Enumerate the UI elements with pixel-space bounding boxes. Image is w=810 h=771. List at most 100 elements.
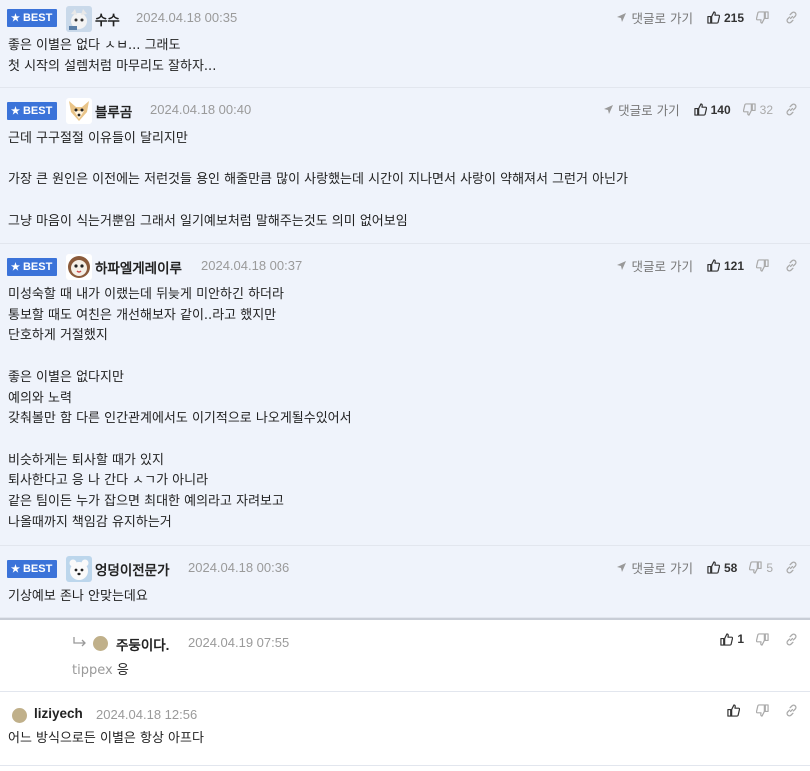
comment-best-3: ★ BEST 하파엘게레이루 2024.04.18 00:37 댓글로 가기 12… [0, 244, 810, 546]
link-icon [786, 103, 797, 116]
nickname[interactable]: 엉덩이전문가 [95, 559, 170, 579]
comment-date: 2024.04.18 00:37 [201, 258, 303, 273]
send-arrow-icon [617, 563, 627, 572]
go-to-reply-link[interactable]: 댓글로 가기 [616, 558, 693, 577]
like-count: 215 [723, 10, 744, 25]
comment-line [8, 430, 810, 451]
comment-header: ★ BEST 엉덩이전문가 2024.04.18 00:36 댓글로 가기 58 … [0, 546, 810, 584]
comment-line [8, 347, 810, 368]
comment-tools: 댓글로 가기 215 [616, 8, 798, 27]
dislike-count: 5 [766, 560, 773, 575]
comment-tools: 댓글로 가기 121 [616, 256, 798, 275]
like-button[interactable]: 140 [693, 102, 731, 117]
comment-body: 기상예보 존나 안맞는데요 [0, 587, 810, 608]
comment-body: 어느 방식으로든 이별은 항상 아프다 [0, 729, 810, 750]
best-badge: ★ BEST [7, 9, 58, 27]
dislike-button[interactable] [756, 632, 773, 646]
avatar[interactable] [66, 556, 92, 582]
like-count: 140 [710, 102, 731, 117]
like-button[interactable]: 215 [707, 11, 744, 25]
comment-reply: 주둥이다. 2024.04.19 07:55 1 tippex 응 [0, 618, 810, 692]
dislike-count: 32 [759, 102, 773, 117]
reply-target-mention[interactable]: tippex [72, 663, 113, 678]
comment-line: 비슷하게는 퇴사할 때가 있지 [8, 452, 164, 468]
comment-line: 미성숙할 때 내가 이랬는데 뒤늦게 미안하긴 하더라 [8, 287, 284, 302]
thumbs-down-icon [749, 561, 762, 574]
comment-line: 예의와 노력 [8, 390, 72, 406]
comment-line: 가장 큰 원인은 이전에는 저런것들 용인 해줄만큼 많이 사랑했는데 시간이 … [8, 172, 628, 188]
comment-line: 좋은 이별은 없다지만 [8, 369, 124, 385]
like-button[interactable]: 58 [707, 561, 737, 575]
comment-line: tippex 응 [72, 663, 129, 678]
comment-header: ★ BEST 블루곰 2024.04.18 00:40 댓글로 가기 140 32 [0, 88, 810, 126]
dislike-button[interactable] [756, 704, 773, 717]
dislike-button[interactable]: 5 [749, 561, 773, 575]
reply-body: tippex 응 [0, 661, 810, 682]
copy-link-button[interactable] [785, 704, 798, 717]
comment-line: 통보할 때도 여친은 개선해보자 같이..라고 했지만 [8, 307, 277, 323]
comment-best-1: ★ BEST 수수 2024.04.18 00:35 댓글로 가기 215 좋은… [0, 0, 810, 88]
avatar[interactable] [66, 98, 92, 124]
dislike-button[interactable] [756, 11, 773, 24]
link-icon [786, 259, 797, 272]
star-icon: ★ [11, 13, 20, 24]
avatar-cat-image [66, 6, 92, 32]
thumbs-up-icon [707, 11, 720, 24]
copy-link-button[interactable] [785, 11, 798, 24]
like-button[interactable] [727, 704, 744, 717]
best-badge: ★ BEST [7, 102, 58, 120]
go-to-reply-link[interactable]: 댓글로 가기 [603, 100, 680, 119]
send-arrow-icon [617, 13, 627, 22]
comment-tools: 1 [720, 632, 798, 646]
copy-link-button[interactable] [785, 103, 798, 116]
comment-header: ★ BEST 하파엘게레이루 2024.04.18 00:37 댓글로 가기 12… [0, 244, 810, 282]
comment-line [8, 191, 810, 212]
send-arrow-icon [604, 105, 614, 114]
go-to-reply-link[interactable]: 댓글로 가기 [616, 8, 693, 27]
dislike-button[interactable] [756, 259, 773, 272]
comment-date: 2024.04.19 07:55 [188, 635, 290, 650]
copy-link-button[interactable] [785, 259, 798, 272]
avatar[interactable] [66, 254, 92, 280]
nickname[interactable]: 하파엘게레이루 [95, 257, 182, 277]
comment-tools: 댓글로 가기 58 5 [616, 558, 798, 577]
comment-date: 2024.04.18 00:36 [188, 560, 290, 575]
copy-link-button[interactable] [785, 561, 798, 574]
reply-arrow-icon [73, 637, 86, 647]
best-badge: ★ BEST [7, 258, 58, 276]
thumbs-down-icon [756, 632, 769, 646]
copy-link-button[interactable] [785, 633, 798, 646]
thumbs-down-icon [756, 704, 769, 717]
thumbs-down-icon [742, 103, 756, 116]
comment-line: 그냥 마음이 식는거뿐임 그래서 일기예보처럼 말해주는것도 의미 없어보임 [8, 213, 408, 229]
thumbs-up-icon [707, 561, 720, 574]
comment-line: 단호하게 거절했지 [8, 328, 108, 344]
dislike-button[interactable]: 32 [742, 102, 773, 117]
like-button[interactable]: 1 [720, 632, 744, 646]
like-count: 1 [737, 632, 744, 646]
thumbs-up-icon [720, 632, 734, 646]
nickname[interactable]: 수수 [95, 9, 120, 29]
go-to-reply-link[interactable]: 댓글로 가기 [616, 256, 693, 275]
comment-line: 나올때까지 책임감 유지하는거 [8, 514, 172, 530]
thumbs-up-icon [707, 259, 720, 272]
like-button[interactable]: 121 [707, 259, 744, 273]
avatar[interactable] [93, 636, 108, 651]
comment-body: 좋은 이별은 없다 ㅅㅂ... 그래도 첫 시작의 설렘처럼 마무리도 잘하자.… [0, 36, 810, 77]
avatar[interactable] [66, 6, 92, 32]
nickname[interactable]: 주둥이다. [116, 634, 169, 654]
comment-line: 어느 방식으로든 이별은 항상 아프다 [8, 731, 204, 746]
comment-body: 근데 구구절절 이유들이 달리지만 가장 큰 원인은 이전에는 저런것들 용인 … [0, 129, 810, 232]
link-icon [786, 11, 797, 24]
comment-header: ★ BEST 수수 2024.04.18 00:35 댓글로 가기 215 [0, 0, 810, 34]
comment-best-4: ★ BEST 엉덩이전문가 2024.04.18 00:36 댓글로 가기 58 … [0, 546, 810, 618]
comment-best-2: ★ BEST 블루곰 2024.04.18 00:40 댓글로 가기 140 32 [0, 88, 810, 244]
avatar[interactable] [12, 708, 27, 723]
thumbs-up-icon [693, 103, 707, 116]
comment-line [8, 150, 810, 171]
nickname[interactable]: 블루곰 [95, 101, 132, 121]
comment-normal: liziyech 2024.04.18 12:56 어느 방식으로든 이별은 항… [0, 692, 810, 766]
nickname[interactable]: liziyech [34, 706, 83, 721]
comment-header: liziyech 2024.04.18 12:56 [0, 692, 810, 730]
star-icon: ★ [11, 106, 20, 117]
